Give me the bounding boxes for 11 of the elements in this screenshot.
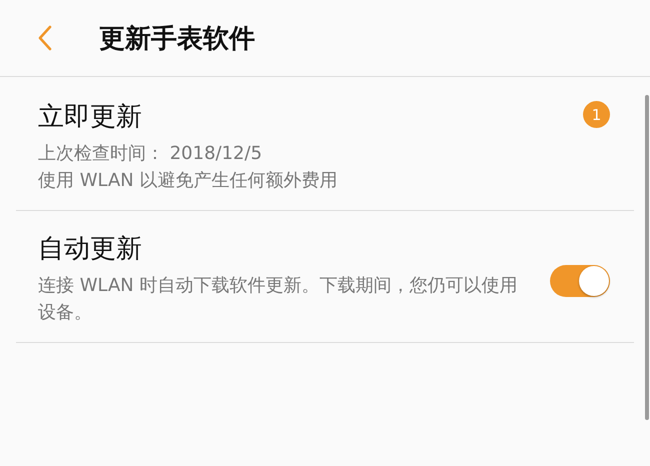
item-description: 使用 WLAN 以避免产生任何额外费用	[38, 169, 338, 193]
item-description: 上次检查时间： 2018/12/5	[38, 142, 264, 166]
settings-item[interactable]: 立即更新 上次检查时间： 2018/12/5 使用 WLAN 以避免产生任何额外费用 1	[16, 77, 634, 211]
item-description: 连接 WLAN 时自动下载软件更新。下载期间，您仍可以使用设备。	[38, 274, 518, 325]
item-title: 立即更新	[38, 101, 143, 134]
back-icon[interactable]	[37, 25, 53, 51]
settings-item[interactable]: 自动更新 连接 WLAN 时自动下载软件更新。下载期间，您仍可以使用设备。	[16, 211, 634, 343]
page-title: 更新手表软件	[99, 22, 255, 56]
toggle-switch[interactable]	[550, 264, 610, 296]
item-title: 自动更新	[38, 233, 143, 266]
count-badge: 1	[583, 101, 610, 128]
